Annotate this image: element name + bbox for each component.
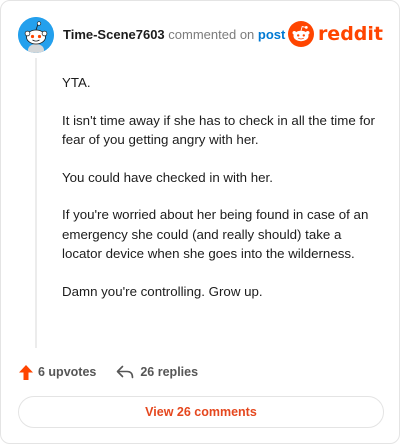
comment-actions: 6 upvotes 26 replies xyxy=(18,362,198,382)
comment-paragraph: It isn't time away if she has to check i… xyxy=(62,112,375,148)
upvote-count: 6 upvotes xyxy=(38,365,97,379)
comment-paragraph: Damn you're controlling. Grow up. xyxy=(62,283,263,299)
comment-body: YTA. It isn't time away if she has to ch… xyxy=(62,73,380,319)
reddit-wordmark: reddit xyxy=(317,23,383,45)
reddit-logo-icon xyxy=(287,21,314,47)
comment-header: Time-Scene7603 commented on post reddit xyxy=(18,17,383,53)
snoo-avatar-icon[interactable] xyxy=(18,17,54,53)
comment-paragraph: YTA. xyxy=(62,75,91,90)
replies-count: 26 replies xyxy=(140,365,199,379)
replies-button[interactable]: 26 replies xyxy=(116,365,198,379)
comment-paragraph: You could have checked in with her. xyxy=(62,169,273,185)
comment-meta: Time-Scene7603 commented on post xyxy=(63,27,285,43)
thread-line xyxy=(35,58,37,348)
comment-card: Time-Scene7603 commented on post reddit … xyxy=(0,0,400,444)
commented-on-text: commented on xyxy=(168,27,255,42)
reddit-brand[interactable]: reddit xyxy=(287,21,383,47)
upvote-button[interactable]: 6 upvotes xyxy=(18,364,96,381)
post-link[interactable]: post xyxy=(258,27,285,42)
comment-paragraph: If you're worried about her being found … xyxy=(62,207,369,261)
username-link[interactable]: Time-Scene7603 xyxy=(63,27,165,42)
reply-arrow-icon xyxy=(117,365,134,379)
upvote-arrow-icon xyxy=(19,364,33,380)
view-comments-button[interactable]: View 26 comments xyxy=(18,396,384,428)
